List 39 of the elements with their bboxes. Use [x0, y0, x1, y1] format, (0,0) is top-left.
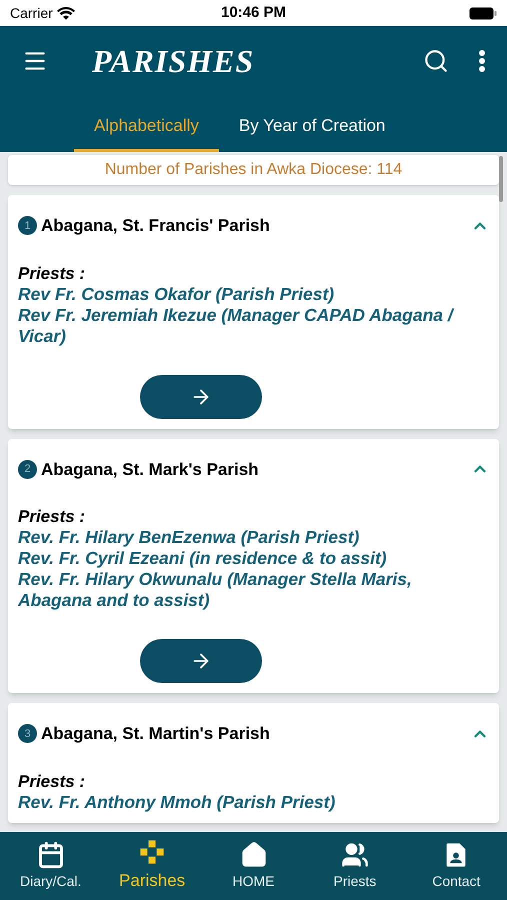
cross-tiles-icon — [138, 838, 166, 866]
count-banner: Number of Parishes in Awka Diocese: 114 — [8, 155, 499, 185]
tab[interactable]: Alphabetically — [74, 96, 219, 152]
page-title: PARISHES — [92, 42, 254, 81]
home-icon — [240, 840, 268, 868]
priests-label: Priests : — [18, 262, 86, 284]
scrollbar — [499, 156, 503, 202]
priests-label: Priests : — [18, 770, 86, 792]
priests-label: Priests : — [18, 506, 86, 527]
nav-tab[interactable]: Diary/Cal. — [0, 832, 102, 900]
people-icon — [340, 840, 369, 868]
battery-icon — [469, 6, 497, 20]
priest-entry: Rev Fr. Jeremiah Ikezue (Manager CAPAD Abagana / Vicar) — [18, 304, 456, 346]
open-parish-button[interactable] — [140, 374, 262, 418]
tab[interactable]: By Year of Creation — [218, 96, 406, 152]
nav-tab[interactable]: Parishes — [101, 832, 203, 900]
clock-time: 10:46 PM — [220, 2, 286, 23]
parish-name: Abagana, St. Mark's Parish — [41, 458, 259, 481]
carrier-label: Carrier — [10, 4, 53, 22]
nav-tab[interactable]: HOME — [202, 832, 304, 900]
parish-name: Abagana, St. Francis' Parish — [41, 215, 270, 237]
calendar-icon — [36, 840, 65, 868]
search-button[interactable] — [423, 48, 449, 74]
priest-entry: Rev Fr. Cosmas Okafor (Parish Priest) — [18, 284, 336, 304]
number-badge: 2 — [18, 460, 37, 479]
parish-name: Abagana, St. Martin's Parish — [41, 723, 270, 745]
more-options-button[interactable] — [479, 50, 485, 72]
priest-entry: Rev. Fr. Cyril Ezeani (in residence & to assit) — [18, 548, 388, 569]
more-options-icon — [479, 50, 485, 72]
nav-tab[interactable]: Priests — [304, 832, 406, 900]
number-badge: 3 — [18, 724, 37, 744]
nav-tab[interactable]: Contact — [406, 832, 507, 900]
number-badge: 1 — [18, 216, 37, 236]
search-icon — [423, 48, 449, 74]
open-parish-button[interactable] — [140, 639, 262, 683]
priest-entry: Rev. Fr. Hilary Okwunalu (Manager Stella Maris, Abagana and to assist) — [18, 569, 413, 611]
wifi-icon — [56, 6, 75, 20]
priest-entry: Rev. Fr. Anthony Mmoh (Parish Priest) — [18, 792, 336, 812]
priest-entry: Rev. Fr. Hilary BenEzenwa (Parish Priest) — [18, 527, 360, 548]
